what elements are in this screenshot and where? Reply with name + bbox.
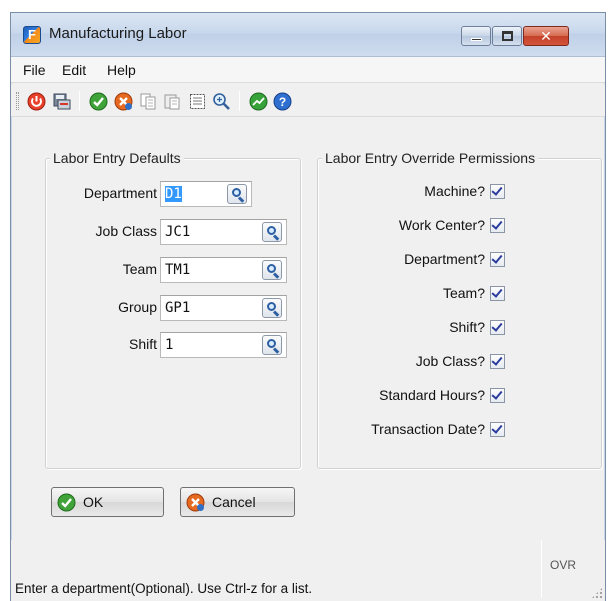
copy-page-icon[interactable]	[139, 92, 158, 111]
checkmark-icon	[491, 354, 503, 366]
cancel-button-label: Cancel	[212, 494, 256, 510]
department-label: Department	[83, 185, 157, 201]
maximize-button[interactable]	[492, 26, 522, 46]
department-permission-label: Department?	[404, 251, 485, 267]
job-class-permission-label: Job Class?	[415, 353, 485, 369]
shift-label: Shift	[128, 336, 157, 352]
job-class-label: Job Class	[95, 223, 157, 239]
labor-entry-defaults-group: Labor Entry Defaults Department D1 Job C…	[45, 150, 301, 469]
standard-hours-label: Standard Hours?	[379, 387, 485, 403]
menu-file[interactable]: File	[23, 62, 46, 78]
resize-grip-icon[interactable]	[591, 587, 603, 599]
paste-page-icon[interactable]	[163, 92, 182, 111]
checkmark-icon	[491, 286, 503, 298]
toolbar-grip-icon[interactable]	[16, 92, 19, 110]
status-divider	[541, 540, 542, 598]
ok-check-icon	[57, 493, 76, 512]
magnifier-handle	[272, 234, 280, 241]
magnifier-handle	[272, 272, 280, 279]
team-value: TM1	[165, 262, 191, 278]
group-lookup-button[interactable]	[262, 298, 282, 318]
checkmark-icon	[491, 422, 503, 434]
shift-checkbox[interactable]	[490, 320, 505, 335]
department-input[interactable]: D1	[160, 181, 252, 207]
svg-text:?: ?	[279, 95, 286, 109]
work-center-checkbox[interactable]	[490, 218, 505, 233]
status-bar: Enter a department(Optional). Use Ctrl-z…	[11, 540, 605, 601]
job-class-checkbox[interactable]	[490, 354, 505, 369]
magnifier-handle	[272, 347, 280, 354]
department-checkbox[interactable]	[490, 252, 505, 267]
shift-input[interactable]: 1	[160, 332, 287, 358]
minimize-button[interactable]	[461, 26, 491, 46]
menu-help[interactable]: Help	[107, 62, 136, 78]
overwrite-mode-indicator: OVR	[550, 558, 577, 572]
team-lookup-button[interactable]	[262, 260, 282, 280]
save-print-icon[interactable]	[52, 92, 71, 111]
cancel-x-icon	[186, 493, 205, 512]
override-permissions-legend: Labor Entry Override Permissions	[322, 150, 539, 166]
team-checkbox[interactable]	[490, 286, 505, 301]
department-lookup-button[interactable]	[227, 184, 247, 204]
machine-label: Machine?	[424, 183, 485, 199]
cancel-x-icon[interactable]	[114, 92, 133, 111]
minimize-icon	[471, 38, 482, 41]
labor-entry-override-permissions-group: Labor Entry Override Permissions Machine…	[317, 150, 602, 469]
group-input[interactable]: GP1	[160, 295, 287, 321]
machine-checkbox[interactable]	[490, 184, 505, 199]
status-message: Enter a department(Optional). Use Ctrl-z…	[15, 581, 313, 596]
shift-value: 1	[165, 337, 174, 353]
close-button[interactable]: ✕	[523, 26, 569, 46]
lookup-zoom-icon[interactable]	[212, 92, 231, 111]
checkmark-icon	[491, 252, 503, 264]
select-all-icon[interactable]	[188, 92, 207, 111]
shift-lookup-button[interactable]	[262, 335, 282, 355]
checkmark-icon	[491, 218, 503, 230]
transaction-date-checkbox[interactable]	[490, 422, 505, 437]
window-title: Manufacturing Labor	[49, 25, 187, 42]
ok-button-label: OK	[83, 494, 104, 510]
work-center-label: Work Center?	[398, 217, 485, 233]
menu-bar: File Edit Help	[11, 57, 605, 83]
team-permission-label: Team?	[442, 285, 485, 301]
team-input[interactable]: TM1	[160, 257, 287, 283]
standard-hours-checkbox[interactable]	[490, 388, 505, 403]
magnifier-handle	[272, 310, 280, 317]
help-icon[interactable]: ?	[273, 92, 292, 111]
ok-button[interactable]: OK	[51, 487, 164, 517]
menu-edit[interactable]: Edit	[62, 62, 86, 78]
labor-entry-defaults-legend: Labor Entry Defaults	[50, 150, 184, 166]
close-icon: ✕	[540, 28, 552, 44]
job-class-input[interactable]: JC1	[160, 219, 287, 245]
magnifier-handle	[237, 196, 245, 203]
toolbar-separator	[79, 91, 80, 111]
checkmark-icon	[491, 320, 503, 332]
checkmark-icon	[491, 184, 503, 196]
chart-icon[interactable]	[249, 92, 268, 111]
job-class-lookup-button[interactable]	[262, 222, 282, 242]
department-value: D1	[165, 186, 182, 202]
shift-permission-label: Shift?	[449, 319, 485, 335]
accept-check-icon[interactable]	[89, 92, 108, 111]
job-class-value: JC1	[165, 224, 191, 240]
transaction-date-label: Transaction Date?	[371, 421, 485, 437]
toolbar-separator	[239, 91, 240, 111]
power-exit-icon[interactable]	[27, 92, 46, 111]
checkmark-icon	[491, 388, 503, 400]
app-icon: F	[23, 26, 41, 44]
group-value: GP1	[165, 300, 191, 316]
manufacturing-labor-window: F Manufacturing Labor ✕ File Edit Help ?…	[10, 12, 606, 601]
cancel-button[interactable]: Cancel	[180, 487, 295, 517]
toolbar: ?	[11, 84, 605, 117]
group-label: Group	[118, 299, 157, 315]
title-bar[interactable]: F Manufacturing Labor ✕	[11, 13, 605, 57]
maximize-icon	[502, 31, 513, 41]
team-label: Team	[122, 261, 157, 277]
